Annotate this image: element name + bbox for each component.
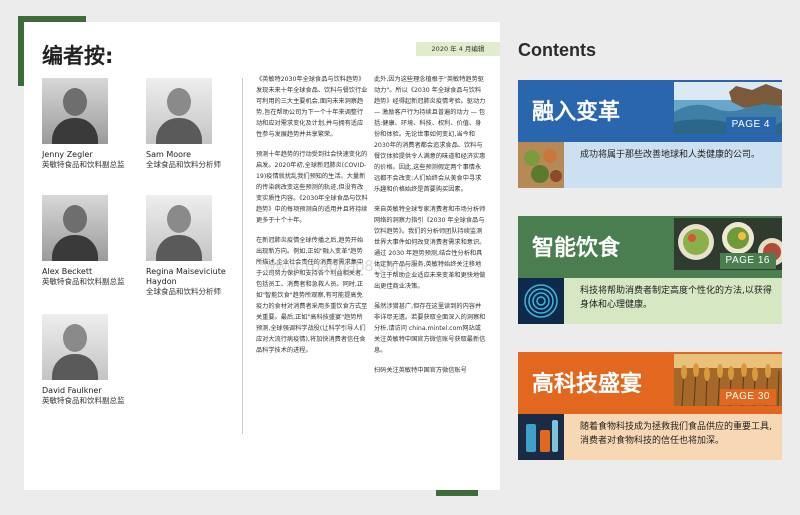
section-description-box: 科技将帮助消费者制定高度个性化的方法,以获得身体和心理健康。 (518, 278, 782, 324)
article-paragraph: 虽然涉猎甚广,但存在这里读到的内容并非详尽无遗。若要获取全面深入的洞察和分析,请… (374, 303, 486, 354)
article-paragraph: 扫码关注英敏特中国官方微信账号 (374, 367, 467, 374)
person-photo (146, 195, 212, 261)
section-band: 融入变革 PAGE 4 (518, 80, 782, 142)
section-title: 智能饮食 (532, 236, 621, 261)
contents-title: Contents (518, 40, 596, 60)
article-column-1: 《英敏特2030年全球食品与饮料趋势》发现未来十年全球食品、饮料与餐饮行业可利用… (256, 74, 368, 365)
person-name: Alex Beckett (42, 267, 93, 276)
section-title: 高科技盛宴 (532, 372, 643, 397)
person-role: 英敏特食品和饮料副总监 (42, 160, 125, 169)
lab-thumbnail (518, 414, 564, 460)
person-role: 英敏特食品和饮料副总监 (42, 396, 125, 405)
article-paragraph: 此外,因为这些理念植根于"英敏特趋势驱动力"。所以《2030 年全球食品与饮料趋… (374, 76, 486, 193)
person-card: Sam Moore 全球食品和饮料分析师 (146, 78, 256, 170)
article-paragraph: 来自英敏特全球专家消费者和市场分析师网络的洞察力指引《2030 年全球食品与饮料… (374, 206, 486, 290)
section-description: 成功将属于那些改善地球和人类健康的公司。 (580, 150, 761, 160)
person-photo (146, 78, 212, 144)
person-name: Sam Moore (146, 150, 192, 159)
section-page-label: PAGE 4 (725, 117, 776, 133)
person-photo (42, 195, 108, 261)
person-role: 英敏特食品和饮料副总监 (42, 277, 125, 286)
person-name: Jenny Zegler (42, 150, 93, 159)
person-card: Regina Maiseviciute Haydon 全球食品和饮料分析师 (146, 195, 256, 297)
person-card: David Faulkner 英敏特食品和饮料副总监 (42, 314, 152, 406)
person-name: David Faulkner (42, 386, 102, 395)
editor-note-title: 编者按: (42, 44, 114, 68)
watermark: www.1baogao8.com (264, 258, 409, 275)
section-description: 科技将帮助消费者制定高度个性化的方法,以获得身体和心理健康。 (580, 286, 772, 310)
person-card: Jenny Zegler 英敏特食品和饮料副总监 (42, 78, 152, 170)
person-role: 全球食品和饮料分析师 (146, 287, 221, 296)
person-role: 全球食品和饮料分析师 (146, 160, 221, 169)
column-divider (242, 78, 243, 434)
produce-thumbnail (518, 142, 564, 188)
section-page-label: PAGE 30 (719, 389, 776, 405)
person-name: Regina Maiseviciute Haydon (146, 267, 226, 286)
section-description-box: 随着食物科技成为拯救我们食品供应的重要工具,消费者对食物科技的信任也将加深。 (518, 414, 782, 460)
section-description-box: 成功将属于那些改善地球和人类健康的公司。 (518, 142, 782, 188)
editor-note-page: 编者按: 2020 年 4 月编辑 Jenny Zegler 英敏特食品和饮料副… (24, 22, 500, 490)
article-column-2: 此外,因为这些理念植根于"英敏特趋势驱动力"。所以《2030 年全球食品与饮料趋… (374, 74, 486, 385)
section-band: 高科技盛宴 PAGE 30 (518, 352, 782, 414)
section-title: 融入变革 (532, 100, 621, 125)
person-photo (42, 314, 108, 380)
person-card: Alex Beckett 英敏特食品和饮料副总监 (42, 195, 152, 287)
section-page-label: PAGE 16 (719, 253, 776, 269)
fingerprint-thumbnail (518, 278, 564, 324)
section-description: 随着食物科技成为拯救我们食品供应的重要工具,消费者对食物科技的信任也将加深。 (580, 422, 772, 446)
person-photo (42, 78, 108, 144)
article-paragraph: 在新冠肺炎疫情全球传播之后,趋势开始出现新方向。例如,正如"融入变革"趋势所描述… (256, 237, 368, 354)
article-paragraph: 《英敏特2030年全球食品与饮料趋势》发现未来十年全球食品、饮料与餐饮行业可利用… (256, 76, 368, 138)
article-paragraph: 预测十年趋势的行动受到社会快速变化的启发。2020年初,全球新冠肺炎(COVID… (256, 151, 368, 224)
edit-date-tag: 2020 年 4 月编辑 (416, 42, 500, 56)
section-band: 智能饮食 PAGE 16 (518, 216, 782, 278)
